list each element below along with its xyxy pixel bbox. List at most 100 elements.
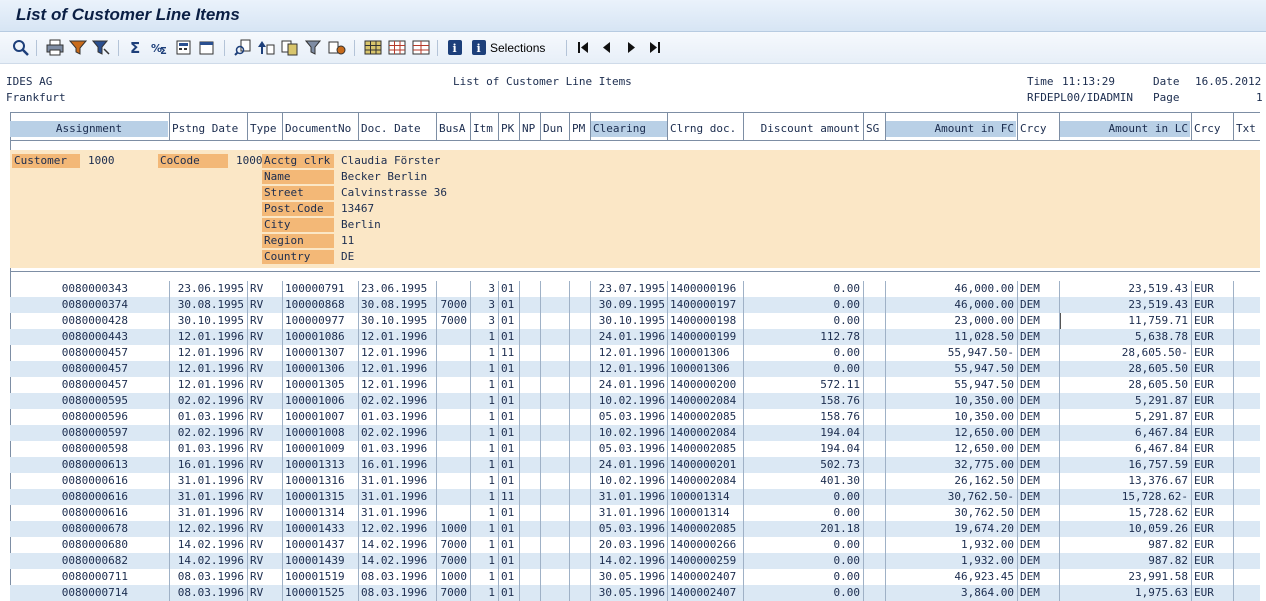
cell-lcc[interactable]: EUR — [1192, 457, 1232, 473]
cell-clearing[interactable]: 05.03.1996 — [591, 409, 667, 425]
column-header-np[interactable]: NP — [520, 121, 540, 137]
cell-assign[interactable]: 0080000711 — [10, 569, 130, 585]
cell-sg[interactable] — [864, 537, 884, 553]
cell-pk[interactable]: 01 — [499, 329, 519, 345]
cell-pm[interactable] — [570, 553, 590, 569]
column-header-itm[interactable]: Itm — [471, 121, 497, 137]
cell-pdate[interactable]: 31.01.1996 — [170, 489, 246, 505]
selections-icon[interactable]: i — [470, 39, 488, 56]
cell-disc[interactable]: 0.00 — [744, 345, 862, 361]
cell-fc[interactable]: 23,000.00 — [886, 313, 1016, 329]
cell-assign[interactable]: 0080000597 — [10, 425, 130, 441]
cell-np[interactable] — [520, 361, 540, 377]
cell-doc[interactable]: 100001307 — [283, 345, 357, 361]
cell-pk[interactable]: 01 — [499, 361, 519, 377]
cell-ddate[interactable]: 16.01.1996 — [359, 457, 435, 473]
cell-lc[interactable]: 23,519.43 — [1060, 281, 1190, 297]
cell-type[interactable]: RV — [248, 377, 282, 393]
cell-pdate[interactable]: 12.01.1996 — [170, 361, 246, 377]
cell-fcc[interactable]: DEM — [1018, 505, 1058, 521]
column-header-txt[interactable]: Txt — [1234, 121, 1260, 137]
cell-ddate[interactable]: 12.01.1996 — [359, 329, 435, 345]
cell-itm[interactable]: 3 — [471, 281, 497, 297]
cell-pdate[interactable]: 30.10.1995 — [170, 313, 246, 329]
cell-itm[interactable]: 1 — [471, 377, 497, 393]
cell-pdate[interactable]: 14.02.1996 — [170, 537, 246, 553]
cell-np[interactable] — [520, 329, 540, 345]
cell-disc[interactable]: 0.00 — [744, 313, 862, 329]
subtotal-icon[interactable]: % Σ — [151, 39, 169, 56]
cell-dun[interactable] — [541, 345, 569, 361]
cell-pm[interactable] — [570, 329, 590, 345]
cell-dun[interactable] — [541, 473, 569, 489]
cell-assign[interactable]: 0080000457 — [10, 361, 130, 377]
cell-np[interactable] — [520, 505, 540, 521]
cell-pm[interactable] — [570, 569, 590, 585]
cell-txt[interactable] — [1234, 441, 1260, 457]
cell-busa[interactable] — [437, 345, 469, 361]
cell-disc[interactable]: 502.73 — [744, 457, 862, 473]
cell-clrdoc[interactable]: 100001314 — [668, 489, 742, 505]
cell-lcc[interactable]: EUR — [1192, 441, 1232, 457]
cell-txt[interactable] — [1234, 361, 1260, 377]
cell-fcc[interactable]: DEM — [1018, 489, 1058, 505]
cell-busa[interactable]: 7000 — [437, 553, 469, 569]
cell-txt[interactable] — [1234, 521, 1260, 537]
table-row[interactable]: 0080000595 02.02.1996 RV 100001006 02.02.199… — [10, 393, 1260, 409]
cell-pm[interactable] — [570, 345, 590, 361]
selections-button[interactable]: Selections — [490, 41, 545, 55]
cell-assign[interactable]: 0080000680 — [10, 537, 130, 553]
column-header-type[interactable]: Type — [248, 121, 282, 137]
cell-itm[interactable]: 3 — [471, 313, 497, 329]
cell-sg[interactable] — [864, 297, 884, 313]
column-header-amount-in-lc[interactable]: Amount in LC — [1060, 121, 1190, 137]
cell-pk[interactable]: 01 — [499, 409, 519, 425]
cell-type[interactable]: RV — [248, 393, 282, 409]
cell-ddate[interactable]: 30.08.1995 — [359, 297, 435, 313]
cell-itm[interactable]: 1 — [471, 329, 497, 345]
cell-ddate[interactable]: 12.01.1996 — [359, 345, 435, 361]
cell-pk[interactable]: 01 — [499, 553, 519, 569]
column-header-pstng-date[interactable]: Pstng Date — [170, 121, 246, 137]
cell-pm[interactable] — [570, 393, 590, 409]
cell-clearing[interactable]: 23.07.1995 — [591, 281, 667, 297]
cell-doc[interactable]: 100001009 — [283, 441, 357, 457]
cell-lc[interactable]: 28,605.50 — [1060, 361, 1190, 377]
cell-sg[interactable] — [864, 473, 884, 489]
cell-busa[interactable] — [437, 361, 469, 377]
column-header-discount-amount[interactable]: Discount amount — [744, 121, 862, 137]
cell-pk[interactable]: 01 — [499, 585, 519, 601]
cell-dun[interactable] — [541, 441, 569, 457]
cell-itm[interactable]: 1 — [471, 441, 497, 457]
cell-pm[interactable] — [570, 425, 590, 441]
cell-busa[interactable]: 1000 — [437, 569, 469, 585]
cell-itm[interactable]: 1 — [471, 393, 497, 409]
cell-np[interactable] — [520, 473, 540, 489]
cell-lc[interactable]: 16,757.59 — [1060, 457, 1190, 473]
next-page-icon[interactable] — [622, 39, 640, 56]
cell-type[interactable]: RV — [248, 297, 282, 313]
cell-lc[interactable]: 987.82 — [1060, 553, 1190, 569]
column-header-doc-date[interactable]: Doc. Date — [359, 121, 435, 137]
cell-txt[interactable] — [1234, 393, 1260, 409]
cell-dun[interactable] — [541, 425, 569, 441]
cell-txt[interactable] — [1234, 569, 1260, 585]
details-icon[interactable] — [12, 39, 30, 56]
cell-pm[interactable] — [570, 537, 590, 553]
cell-disc[interactable]: 0.00 — [744, 505, 862, 521]
cell-sg[interactable] — [864, 505, 884, 521]
column-header-pm[interactable]: PM — [570, 121, 590, 137]
cell-sg[interactable] — [864, 313, 884, 329]
cell-pk[interactable]: 01 — [499, 425, 519, 441]
cell-doc[interactable]: 100001433 — [283, 521, 357, 537]
cell-lcc[interactable]: EUR — [1192, 537, 1232, 553]
cell-type[interactable]: RV — [248, 505, 282, 521]
cell-pm[interactable] — [570, 457, 590, 473]
cell-itm[interactable]: 1 — [471, 569, 497, 585]
column-header-sg[interactable]: SG — [864, 121, 884, 137]
cell-ddate[interactable]: 02.02.1996 — [359, 393, 435, 409]
cell-ddate[interactable]: 01.03.1996 — [359, 441, 435, 457]
cell-assign[interactable]: 0080000616 — [10, 489, 130, 505]
cell-type[interactable]: RV — [248, 537, 282, 553]
cell-itm[interactable]: 1 — [471, 489, 497, 505]
